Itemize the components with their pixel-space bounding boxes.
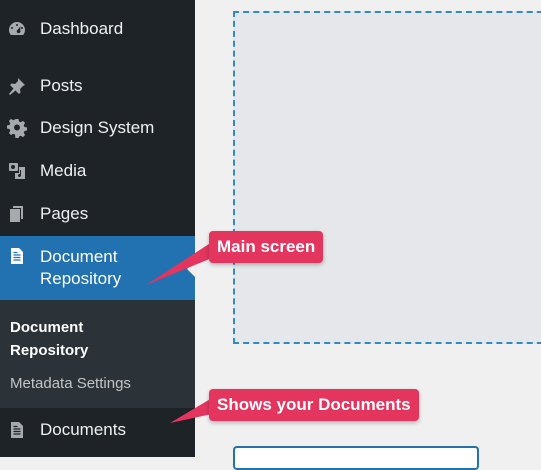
document-icon xyxy=(6,245,28,267)
gear-icon xyxy=(6,117,28,139)
pages-icon xyxy=(6,203,28,225)
sidebar-item-posts[interactable]: Posts xyxy=(0,65,195,107)
sidebar-item-media[interactable]: Media xyxy=(0,150,195,192)
media-icon xyxy=(6,160,28,182)
sidebar-item-documents[interactable]: Documents xyxy=(0,409,195,451)
sidebar-item-label: Pages xyxy=(40,204,89,223)
pushpin-icon xyxy=(6,75,28,97)
sidebar-item-design-system[interactable]: Design System xyxy=(0,107,195,149)
sidebar-item-document-repository[interactable]: Document Repository xyxy=(0,236,195,300)
active-indicator-arrow xyxy=(187,261,195,277)
sidebar-item-label: Design System xyxy=(40,118,155,137)
document-icon xyxy=(6,419,28,441)
sidebar-item-label: Documents xyxy=(40,420,126,439)
callout-main-screen: Main screen xyxy=(209,231,324,263)
sidebar-item-label: Document Repository xyxy=(40,247,122,288)
submenu-item-metadata-settings[interactable]: Metadata Settings xyxy=(10,375,131,392)
callout-shows-documents: Shows your Documents xyxy=(209,389,419,421)
dashboard-icon xyxy=(6,18,28,40)
sidebar-item-pages[interactable]: Pages xyxy=(0,193,195,235)
sidebar-item-label: Dashboard xyxy=(40,19,124,38)
sidebar-item-dashboard[interactable]: Dashboard xyxy=(0,8,195,50)
document-list-box xyxy=(233,446,479,470)
main-screen-placeholder xyxy=(233,11,541,344)
sidebar-submenu: Document Repository Metadata Settings xyxy=(0,300,195,408)
submenu-item-document-repository[interactable]: Document Repository xyxy=(10,316,160,362)
sidebar-item-label: Media xyxy=(40,161,87,180)
sidebar-item-label: Posts xyxy=(40,76,83,95)
admin-sidebar: Dashboard Posts Design System Media Page… xyxy=(0,0,195,457)
